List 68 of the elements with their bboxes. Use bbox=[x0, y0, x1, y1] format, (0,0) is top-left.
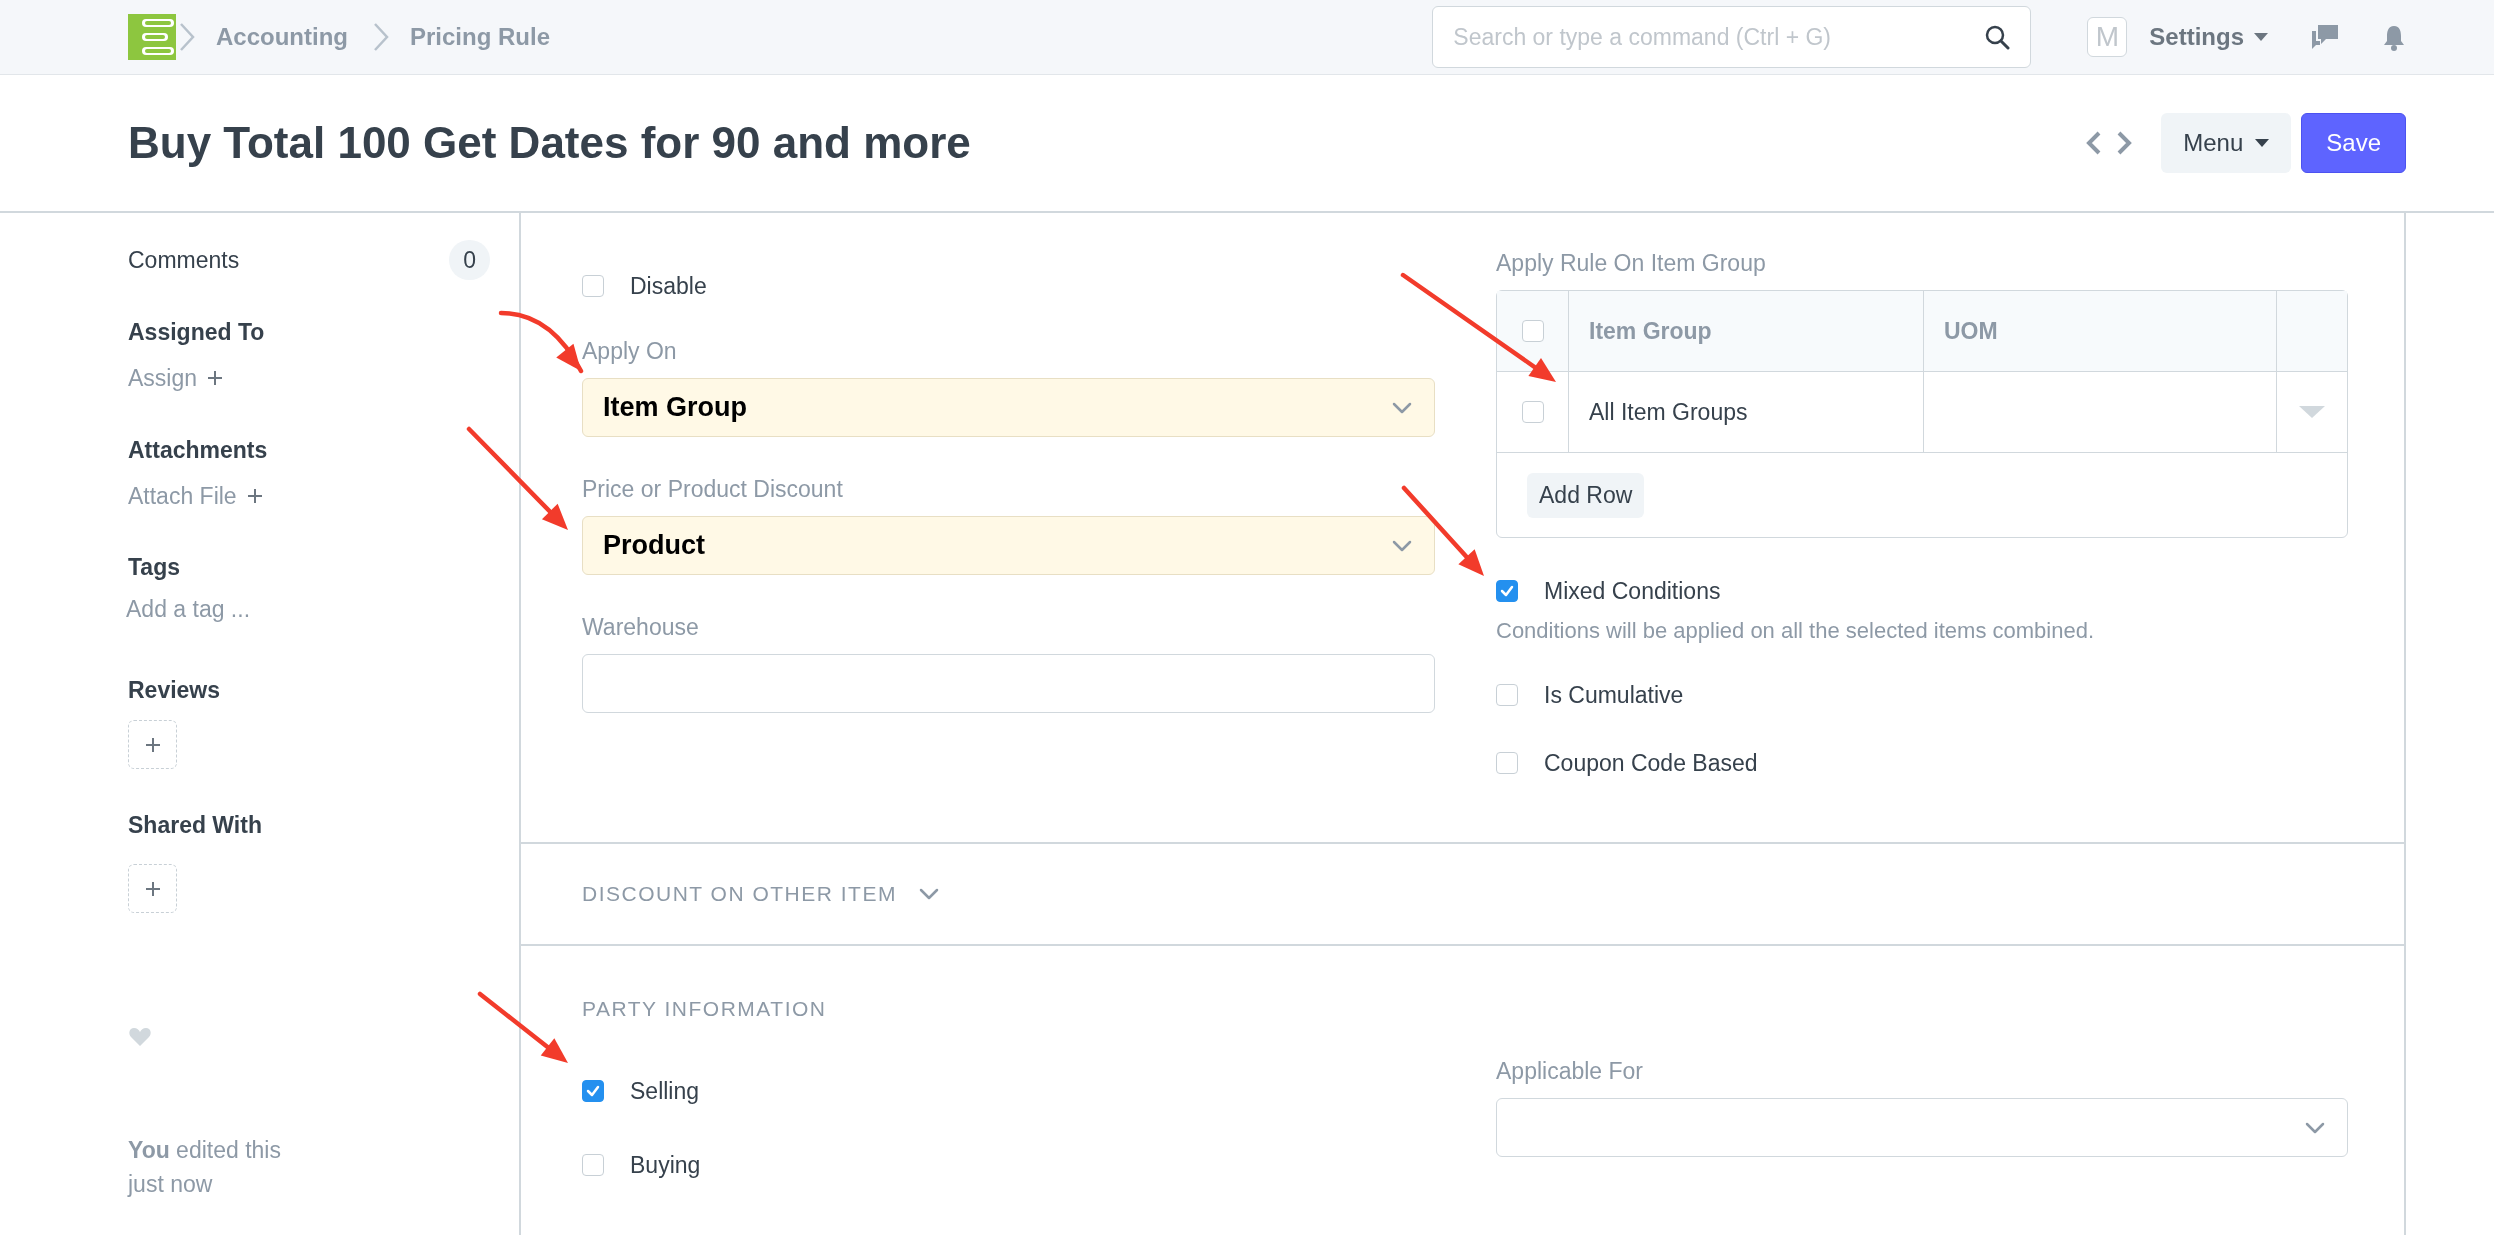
field-label: Warehouse bbox=[582, 613, 700, 641]
checkbox-label: Coupon Code Based bbox=[1544, 749, 1758, 777]
checkbox[interactable] bbox=[1521, 401, 1544, 423]
search-icon bbox=[1984, 24, 2011, 50]
checkbox[interactable] bbox=[582, 275, 604, 297]
checkbox[interactable] bbox=[582, 1080, 604, 1102]
checkbox-label: Disable bbox=[630, 272, 707, 300]
table-cell: All Item Groups bbox=[1569, 372, 1924, 452]
input-field[interactable] bbox=[582, 654, 1435, 713]
add-row-button[interactable]: Add Row bbox=[1527, 472, 1645, 518]
save-button[interactable]: Save bbox=[2301, 113, 2406, 173]
checkbox[interactable] bbox=[1496, 684, 1518, 706]
help-text: Conditions will be applied on all the selected items combined. bbox=[1496, 618, 2095, 644]
add-share-button[interactable] bbox=[128, 864, 177, 913]
settings-dropdown[interactable]: Settings bbox=[2149, 23, 2268, 51]
caret-down-icon[interactable] bbox=[2299, 406, 2325, 418]
checkbox[interactable] bbox=[582, 1154, 604, 1176]
tag-input[interactable]: Add a tag ... bbox=[126, 595, 490, 623]
checkbox-label: Mixed Conditions bbox=[1544, 577, 1721, 605]
checkbox[interactable] bbox=[1496, 752, 1518, 774]
sidebar-heading: Tags bbox=[128, 553, 181, 581]
caret-down-icon bbox=[2254, 33, 2268, 41]
select-field[interactable]: Item Group bbox=[582, 378, 1435, 437]
caret-down-icon bbox=[2255, 139, 2270, 147]
plus-icon bbox=[246, 488, 263, 504]
comment-count: 0 bbox=[449, 240, 490, 280]
add-review-button[interactable] bbox=[128, 720, 177, 769]
section-heading[interactable]: DISCOUNT ON OTHER ITEM bbox=[582, 882, 941, 906]
checkbox-label: Buying bbox=[630, 1151, 701, 1179]
menu-button[interactable]: Menu bbox=[2161, 113, 2292, 173]
field-label: Applicable For bbox=[1496, 1057, 1645, 1085]
avatar[interactable]: M bbox=[2087, 17, 2128, 57]
page-title: Buy Total 100 Get Dates for 90 and more bbox=[128, 118, 972, 168]
plus-icon bbox=[144, 736, 161, 753]
checkbox-label: Is Cumulative bbox=[1544, 681, 1684, 709]
checkbox[interactable] bbox=[1521, 320, 1544, 342]
column-header: UOM bbox=[1924, 291, 2277, 371]
field-label: Apply On bbox=[582, 337, 678, 365]
check-icon bbox=[1499, 583, 1515, 599]
sidebar-heading: Reviews bbox=[128, 676, 222, 704]
select-field[interactable]: Product bbox=[582, 516, 1435, 575]
sidebar-heading: Attachments bbox=[128, 436, 269, 464]
check-icon bbox=[585, 1083, 601, 1099]
chevron-right-icon[interactable] bbox=[2115, 130, 2134, 156]
field-label: Price or Product Discount bbox=[582, 475, 844, 503]
plus-icon bbox=[207, 370, 224, 386]
app-logo[interactable] bbox=[128, 14, 178, 60]
breadcrumb-link[interactable]: Pricing Rule bbox=[410, 23, 551, 51]
sidebar-heading: Shared With bbox=[128, 811, 263, 839]
sidebar-link[interactable]: Attach File bbox=[128, 482, 490, 510]
field-label: Apply Rule On Item Group bbox=[1496, 249, 1767, 277]
activity-text: You edited this just now bbox=[128, 1136, 282, 1199]
select-field[interactable] bbox=[1496, 1098, 2348, 1157]
section-heading[interactable]: PARTY INFORMATION bbox=[582, 997, 2344, 1021]
chat-icon[interactable] bbox=[2310, 23, 2340, 51]
chevron-right-icon bbox=[178, 22, 196, 52]
column-header: Item Group bbox=[1569, 291, 1924, 371]
chevron-right-icon bbox=[372, 22, 390, 52]
plus-icon bbox=[144, 880, 161, 897]
heart-icon[interactable] bbox=[128, 1025, 152, 1047]
sidebar-link[interactable]: Assign bbox=[128, 364, 490, 392]
sidebar-heading: Comments bbox=[128, 246, 240, 274]
checkbox[interactable] bbox=[1496, 580, 1518, 602]
sidebar-heading: Assigned To bbox=[128, 318, 266, 346]
bell-icon[interactable] bbox=[2382, 23, 2406, 51]
breadcrumb-link[interactable]: Accounting bbox=[216, 23, 348, 51]
search-field[interactable]: Search or type a command (Ctrl + G) bbox=[1432, 6, 2032, 68]
checkbox-label: Selling bbox=[630, 1077, 700, 1105]
